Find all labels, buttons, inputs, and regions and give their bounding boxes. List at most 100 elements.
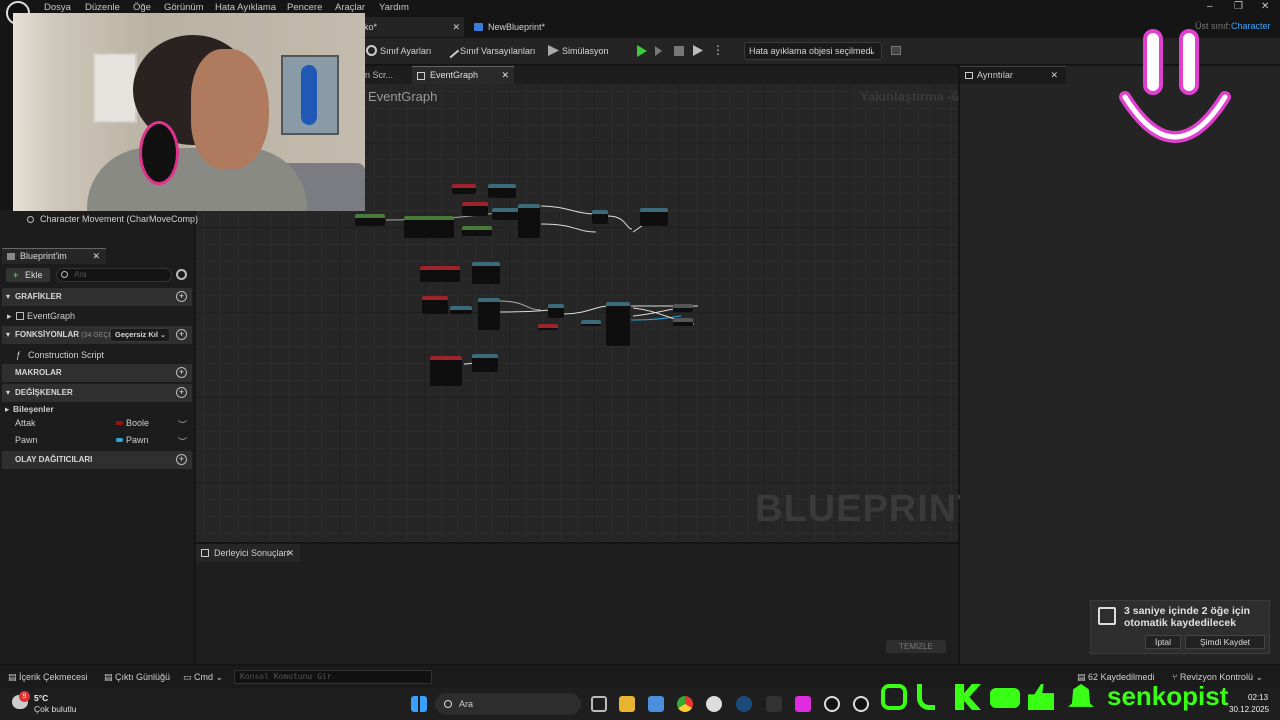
menu-view[interactable]: Görünüm [164,2,204,13]
menu-debug[interactable]: Hata Ayıklama [215,2,276,13]
class-settings-button[interactable]: Sınıf Ayarları [366,45,431,56]
override-dropdown[interactable]: Geçersiz Kıl ⌄ [110,328,170,342]
blueprint-node[interactable] [462,226,492,236]
add-macro-icon[interactable]: + [176,367,187,378]
debug-object-select[interactable]: Hata ayıklama objesi seçilmedi ⌄ [744,42,882,60]
windows-start-icon[interactable] [411,696,427,712]
menu-file[interactable]: Dosya [44,2,71,13]
cancel-button[interactable]: İptal [1145,635,1181,649]
group-components[interactable]: ▸ Bileşenler [0,404,194,414]
list-item-eventgraph[interactable]: ▸ EventGraph [0,311,194,321]
close-icon[interactable]: ✕ [452,17,460,37]
maximize-icon[interactable]: ❐ [1234,1,1243,12]
add-function-icon[interactable]: + [176,329,187,340]
blueprint-node[interactable] [488,184,516,198]
more-options-icon[interactable]: ⋮ [712,43,724,57]
parent-class-link[interactable]: Character [1231,21,1271,31]
save-now-button[interactable]: Şimdi Kaydet [1185,635,1265,649]
section-macros[interactable]: MAKROLAR + [2,364,192,382]
section-event-dispatchers[interactable]: OLAY DAĞITICILARI + [2,451,192,469]
doc-tab-newblueprint[interactable]: NewBlueprint* [470,17,620,37]
clear-button[interactable]: TEMİZLE [886,640,946,653]
unreal-editor-icon[interactable] [853,696,869,712]
tab-eventgraph[interactable]: EventGraph ✕ [412,66,514,84]
class-defaults-button[interactable]: Sınıf Varsayılanları [443,42,535,59]
variable-type-object-icon [116,438,123,442]
content-drawer-button[interactable]: ▤ İçerik Çekmecesi [8,672,88,683]
section-graphs[interactable]: ▾ GRAFİKLER + [2,288,192,306]
file-explorer-icon[interactable] [619,696,635,712]
close-icon[interactable]: ✕ [92,249,100,264]
play-icon[interactable] [637,45,647,57]
add-variable-icon[interactable]: + [176,387,187,398]
blueprint-node[interactable] [355,214,385,226]
advance-frame-icon[interactable] [655,46,662,56]
close-icon[interactable]: ✕ [501,67,509,84]
steam-icon[interactable] [736,696,752,712]
blueprint-node[interactable] [548,304,564,318]
menu-window[interactable]: Pencere [287,2,322,13]
list-item-construction-script[interactable]: ƒ Construction Script [0,350,194,360]
blueprint-node[interactable] [450,306,472,314]
close-icon[interactable]: ✕ [286,544,294,562]
add-dispatcher-icon[interactable]: + [176,454,187,465]
tab-my-blueprint[interactable]: Blueprint'im ✕ [2,248,106,264]
graph-tabs: on Scr... EventGraph ✕ [360,66,958,84]
blueprint-node[interactable] [673,304,693,312]
blueprint-node[interactable] [462,202,488,216]
menu-asset[interactable]: Öğe [133,2,151,13]
blueprint-node[interactable] [452,184,476,194]
blueprint-node[interactable] [492,208,520,220]
blueprint-node[interactable] [420,266,460,282]
blueprint-node[interactable] [640,208,668,226]
store-icon[interactable] [648,696,664,712]
blueprint-node[interactable] [422,296,448,314]
unreal-icon[interactable] [824,696,840,712]
cmd-dropdown[interactable]: ▭ Cmd ⌄ [183,672,223,683]
section-functions[interactable]: ▾ FONKSİYONLAR (34 GEÇERSİ Geçersiz Kıl … [2,326,192,344]
stop-icon[interactable] [674,46,684,56]
tab-compiler-results[interactable]: Derleyici Sonuçları ✕ [196,544,300,562]
close-icon[interactable]: ✕ [1050,67,1058,84]
menu-help[interactable]: Yardım [379,2,409,13]
chrome-icon[interactable] [677,696,693,712]
minimize-icon[interactable]: – [1207,1,1213,12]
console-input[interactable]: Konsol Komutunu Gir [234,670,432,684]
app-icon[interactable] [795,696,811,712]
webcam-overlay [13,13,365,211]
tab-details[interactable]: Ayrıntılar ✕ [960,66,1066,84]
taskbar-search[interactable]: Ara [435,693,581,715]
blueprint-node[interactable] [581,320,601,326]
eject-icon[interactable] [693,45,703,56]
blueprint-node[interactable] [478,298,500,330]
find-object-icon[interactable] [891,46,901,55]
add-button[interactable]: + Ekle [6,268,50,282]
variable-pawn[interactable]: Pawn Pawn ︶ [0,435,194,448]
close-icon[interactable]: ✕ [1261,1,1269,12]
menu-edit[interactable]: Düzenle [85,2,120,13]
blueprint-node[interactable] [518,204,540,238]
visibility-eye-icon[interactable]: ︶ [178,435,187,448]
add-graph-icon[interactable]: + [176,291,187,302]
section-variables[interactable]: ▾ DEĞİŞKENLER + [2,384,192,402]
blueprint-node[interactable] [430,356,462,386]
doc-tab-previous[interactable]: ko* ✕ [360,17,464,37]
menu-tools[interactable]: Araçlar [335,2,365,13]
obs-icon[interactable] [706,696,722,712]
blueprint-node[interactable] [606,302,630,346]
blueprint-node[interactable] [472,354,498,372]
blueprint-node[interactable] [538,324,558,330]
search-input[interactable]: Ara [56,268,172,282]
epic-games-icon[interactable] [766,696,782,712]
blueprint-node[interactable] [592,210,608,224]
component-character-movement[interactable]: Character Movement (CharMoveComp) [0,214,198,224]
output-log-button[interactable]: ▤ Çıktı Günlüğü [104,672,170,683]
settings-gear-icon[interactable] [176,269,187,280]
blueprint-node[interactable] [472,262,500,284]
blueprint-node[interactable] [404,216,454,238]
blueprint-node[interactable] [673,318,693,326]
task-view-icon[interactable] [591,696,607,712]
simulation-button[interactable]: Simülasyon [548,45,609,56]
visibility-eye-icon[interactable]: ︶ [178,418,187,431]
variable-attak[interactable]: Attak Boole ︶ [0,418,194,431]
